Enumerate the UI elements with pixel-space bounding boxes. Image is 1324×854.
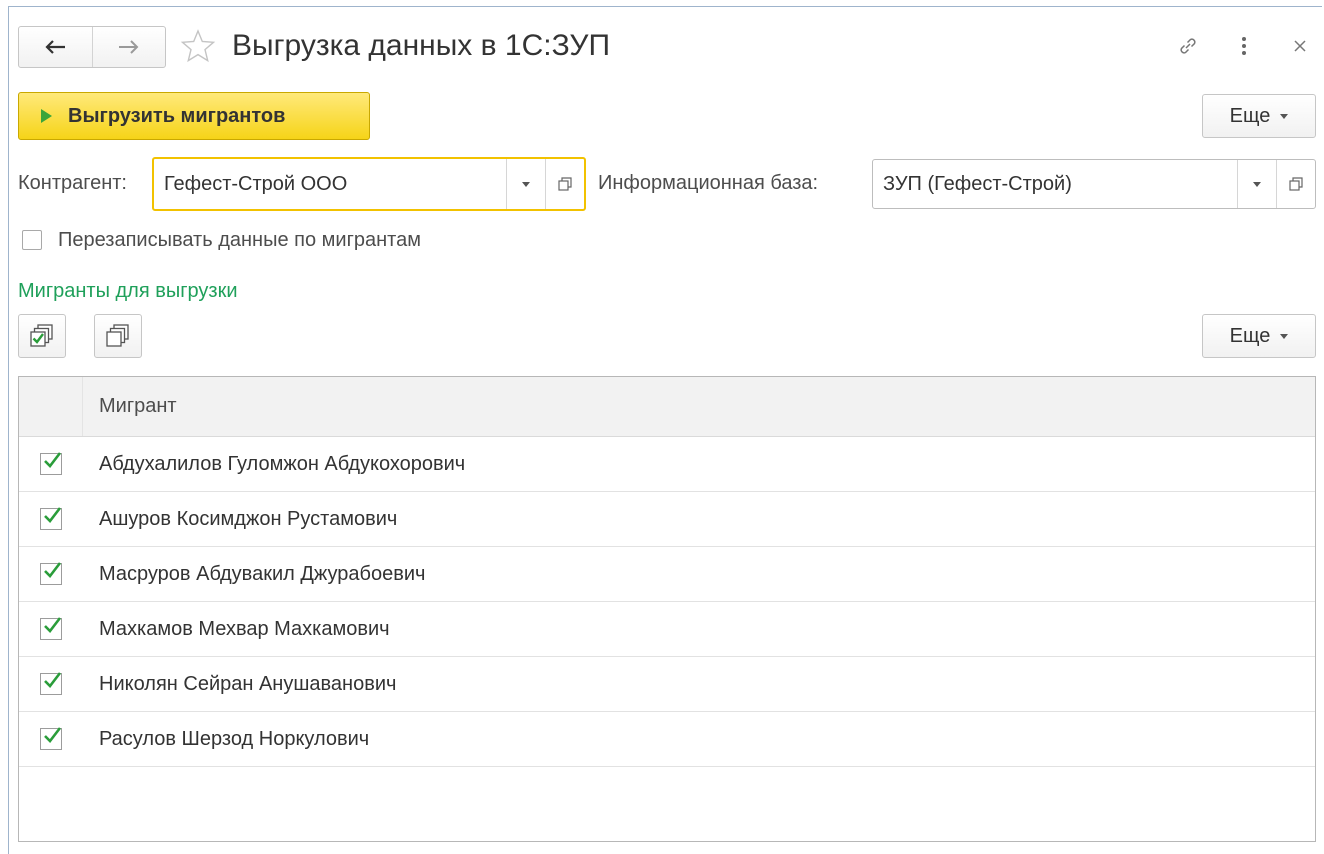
overwrite-checkbox[interactable]: [22, 230, 42, 250]
row-checkbox[interactable]: [40, 617, 62, 640]
migrant-name-cell: Ашуров Косимджон Рустамович: [99, 507, 398, 530]
chevron-down-icon: [1280, 113, 1289, 119]
check-all-button[interactable]: [18, 314, 66, 358]
table-row[interactable]: Расулов Шерзод Норкулович: [19, 712, 1315, 767]
migrants-table[interactable]: Мигрант Абдухалилов Гуломжон Абдукохоров…: [18, 376, 1316, 842]
counterparty-dropdown-button[interactable]: [506, 159, 545, 209]
migrant-name-cell: Николян Сейран Анушаванович: [99, 672, 397, 695]
checkmark-icon: [44, 562, 62, 578]
table-row[interactable]: Николян Сейран Анушаванович: [19, 657, 1315, 712]
infobase-open-button[interactable]: [1276, 160, 1315, 208]
row-checkbox[interactable]: [40, 727, 62, 750]
table-body: Абдухалилов Гуломжон Абдукохорович Ашуров…: [19, 437, 1315, 767]
export-migrants-button[interactable]: Выгрузить мигрантов: [18, 92, 370, 140]
table-header: Мигрант: [19, 377, 1315, 437]
chevron-down-icon: [522, 181, 530, 187]
infobase-dropdown-button[interactable]: [1237, 160, 1276, 208]
chevron-down-icon: [1253, 181, 1261, 187]
uncheck-all-icon: [106, 324, 129, 347]
row-checkbox[interactable]: [40, 562, 62, 585]
close-icon: [1294, 40, 1306, 52]
migrant-name-cell: Расулов Шерзод Норкулович: [99, 727, 370, 750]
uncheck-all-button[interactable]: [94, 314, 142, 358]
migrant-name-cell: Абдухалилов Гуломжон Абдукохорович: [99, 452, 466, 475]
row-checkbox-cell: [19, 562, 83, 585]
row-checkbox[interactable]: [40, 507, 62, 530]
row-checkbox-cell: [19, 507, 83, 530]
column-header-migrant[interactable]: Мигрант: [83, 395, 177, 418]
overwrite-label: Перезаписывать данные по мигрантам: [58, 229, 421, 251]
more-menu-icon[interactable]: [1232, 34, 1256, 58]
table-more-button[interactable]: Еще: [1202, 314, 1316, 358]
migrant-name-cell: Махкамов Мехвар Махкамович: [99, 617, 390, 640]
checkmark-icon: [44, 507, 62, 523]
open-window-icon: [558, 177, 572, 191]
row-checkbox-cell: [19, 452, 83, 475]
infobase-input[interactable]: [873, 160, 1237, 208]
close-button[interactable]: [1288, 34, 1312, 58]
migrant-name-cell: Масруров Абдувакил Джурабоевич: [99, 562, 426, 585]
infobase-field[interactable]: [872, 159, 1316, 209]
navigation-buttons: [18, 26, 166, 68]
export-migrants-label: Выгрузить мигрантов: [68, 104, 286, 127]
table-row[interactable]: Абдухалилов Гуломжон Абдукохорович: [19, 437, 1315, 492]
table-row[interactable]: Масруров Абдувакил Джурабоевич: [19, 547, 1315, 602]
checkmark-icon: [44, 672, 62, 688]
arrow-right-icon: [118, 40, 139, 54]
favorite-star-icon[interactable]: [180, 28, 216, 64]
more-button-label: Еще: [1229, 104, 1271, 127]
row-checkbox-cell: [19, 727, 83, 750]
counterparty-open-button[interactable]: [545, 159, 584, 209]
row-checkbox[interactable]: [40, 672, 62, 695]
section-title: Мигранты для выгрузки: [18, 280, 238, 302]
table-more-button-label: Еще: [1229, 324, 1271, 347]
infobase-label: Информационная база:: [598, 172, 819, 194]
counterparty-input[interactable]: [154, 159, 506, 209]
row-checkbox-cell: [19, 672, 83, 695]
forward-button[interactable]: [91, 27, 166, 67]
vertical-dots-icon: [1242, 37, 1246, 55]
check-all-icon: [30, 324, 53, 347]
more-button[interactable]: Еще: [1202, 94, 1316, 138]
row-checkbox-cell: [19, 617, 83, 640]
page-title: Выгрузка данных в 1С:ЗУП: [232, 29, 611, 62]
arrow-left-icon: [45, 40, 66, 54]
table-row[interactable]: Ашуров Косимджон Рустамович: [19, 492, 1315, 547]
chain-link-icon: [1180, 38, 1196, 54]
table-row[interactable]: Махкамов Мехвар Махкамович: [19, 602, 1315, 657]
checkmark-icon: [44, 617, 62, 633]
checkbox-column-header[interactable]: [19, 377, 83, 436]
checkmark-icon: [44, 727, 62, 743]
counterparty-field[interactable]: [152, 157, 586, 211]
back-button[interactable]: [19, 27, 92, 67]
link-icon[interactable]: [1176, 34, 1200, 58]
checkmark-icon: [44, 452, 62, 468]
open-window-icon: [1289, 177, 1303, 191]
play-icon: [41, 109, 52, 123]
row-checkbox[interactable]: [40, 452, 62, 475]
counterparty-label: Контрагент:: [18, 172, 127, 194]
chevron-down-icon: [1280, 333, 1289, 339]
